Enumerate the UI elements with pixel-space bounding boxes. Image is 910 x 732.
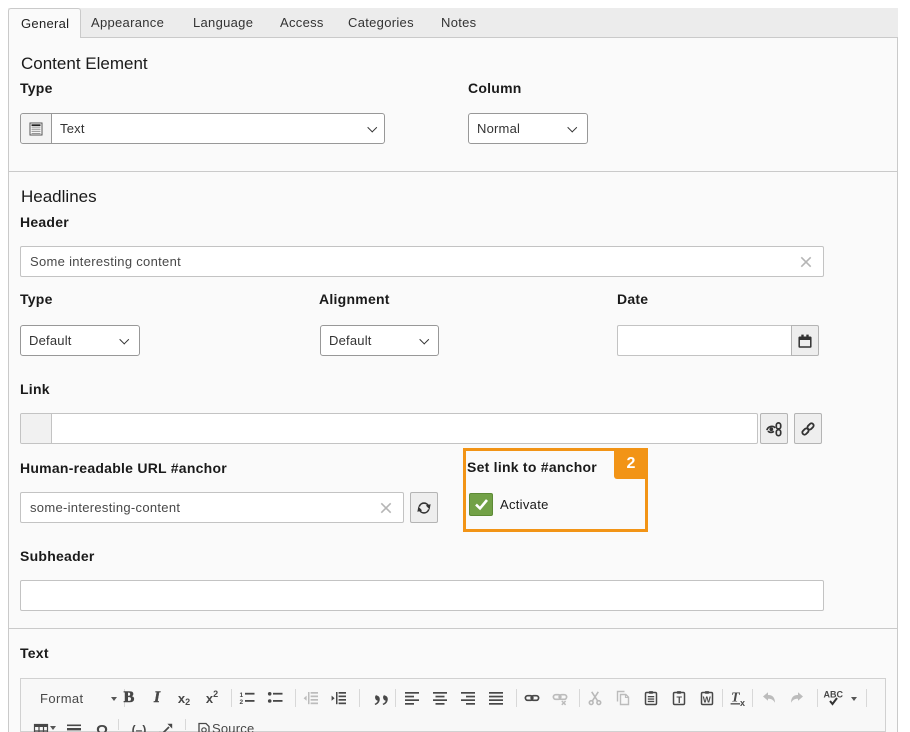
svg-text:1: 1 — [240, 692, 244, 699]
svg-text:ABC: ABC — [824, 689, 844, 699]
svg-text:2: 2 — [240, 699, 244, 706]
svg-text:W: W — [703, 695, 712, 705]
svg-text:T: T — [677, 695, 683, 705]
svg-text:x: x — [740, 698, 745, 707]
